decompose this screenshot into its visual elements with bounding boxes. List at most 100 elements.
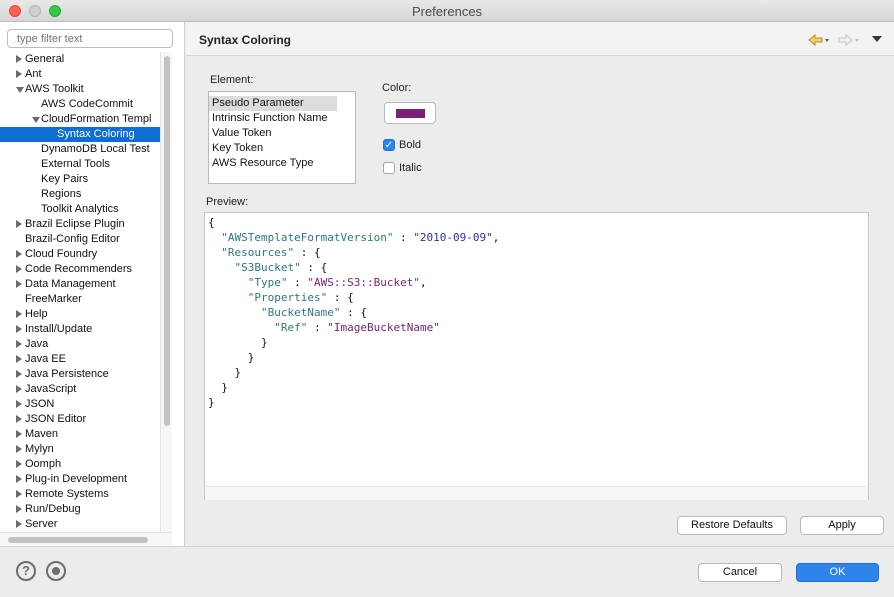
tree-item[interactable]: Brazil-Config Editor [0,232,160,247]
tree-item[interactable]: JavaScript [0,382,160,397]
tree-item[interactable]: Key Pairs [0,172,160,187]
preview-token: , [492,231,500,244]
tree-item[interactable]: Oomph [0,457,160,472]
preview-token: : [393,231,414,244]
import-export-icon[interactable] [46,561,66,581]
tree-item[interactable]: AWS CodeCommit [0,97,160,112]
tree-item-label: General [25,53,65,65]
tree-horizontal-scroll-thumb[interactable] [8,537,148,543]
expand-triangle-icon[interactable] [16,250,22,258]
expand-triangle-icon[interactable] [16,385,22,393]
expand-triangle-icon[interactable] [16,70,22,78]
expand-triangle-icon[interactable] [16,370,22,378]
tree-item[interactable]: Remote Systems [0,487,160,502]
syntax-preview[interactable]: { "AWSTemplateFormatVersion" : "2010-09-… [204,212,869,500]
expand-triangle-icon[interactable] [16,355,22,363]
expand-triangle-icon[interactable] [16,280,22,288]
preference-page: Syntax Coloring Element: Pseudo Paramete… [186,22,894,546]
element-list-item[interactable]: Intrinsic Function Name [209,111,355,126]
expand-triangle-icon[interactable] [16,325,22,333]
preview-token: "Properties" [247,291,328,304]
tree-item[interactable]: Mylyn [0,442,160,457]
expand-triangle-icon[interactable] [16,400,22,408]
cancel-button[interactable]: Cancel [698,563,782,582]
expand-triangle-icon[interactable] [16,55,22,63]
view-menu-icon[interactable] [872,36,882,44]
preview-line: "S3Bucket" : { [208,260,328,275]
tree-item[interactable]: Plug-in Development [0,472,160,487]
preview-line: "AWSTemplateFormatVersion" : "2010-09-09… [208,230,499,245]
tree-item[interactable]: CloudFormation Templ [0,112,160,127]
tree-vertical-scroll-thumb[interactable] [164,56,170,426]
expand-triangle-icon[interactable] [16,430,22,438]
expand-triangle-icon[interactable] [16,520,22,528]
tree-vertical-scrollbar[interactable] [160,52,172,532]
italic-checkbox[interactable] [383,162,395,174]
tree-item-label: Remote Systems [25,488,109,500]
restore-defaults-button[interactable]: Restore Defaults [677,516,787,535]
tree-item-label: Cloud Foundry [25,248,98,260]
element-list-item[interactable]: Key Token [209,141,355,156]
tree-horizontal-scrollbar[interactable] [0,532,172,546]
tree-item[interactable]: Brazil Eclipse Plugin [0,217,160,232]
tree-item[interactable]: Java [0,337,160,352]
expand-triangle-icon[interactable] [16,445,22,453]
tree-item[interactable]: Java Persistence [0,367,160,382]
expand-triangle-icon[interactable] [16,340,22,348]
tree-item[interactable]: FreeMarker [0,292,160,307]
expand-triangle-icon[interactable] [16,505,22,513]
expand-triangle-icon[interactable] [16,490,22,498]
color-picker-button[interactable] [384,102,436,124]
tree-item[interactable]: External Tools [0,157,160,172]
tree-item[interactable]: DynamoDB Local Test [0,142,160,157]
expand-triangle-icon[interactable] [16,475,22,483]
tree-item[interactable]: AWS Toolkit [0,82,160,97]
tree-item[interactable]: Java EE [0,352,160,367]
expand-triangle-icon[interactable] [16,460,22,468]
italic-label: Italic [399,162,422,174]
tree-item[interactable]: Ant [0,67,160,82]
tree-item[interactable]: JSON Editor [0,412,160,427]
tree-item[interactable]: Install/Update [0,322,160,337]
expand-triangle-icon[interactable] [16,220,22,228]
bold-checkbox[interactable]: ✓ [383,139,395,151]
tree-item-label: Server [25,518,58,530]
tree-item[interactable]: Toolkit Analytics [0,202,160,217]
preview-token: "ImageBucketName" [327,321,440,334]
help-icon[interactable]: ? [16,561,36,581]
element-list-item[interactable]: Pseudo Parameter [209,96,337,111]
preview-token: "S3Bucket" [234,261,301,274]
collapse-triangle-icon[interactable] [16,87,24,93]
tree-item-label: Data Management [25,278,116,290]
preview-line: } [208,365,241,380]
ok-button[interactable]: OK [796,563,879,582]
tree-item-label: FreeMarker [25,293,82,305]
tree-item-label: Mylyn [25,443,54,455]
tree-item[interactable]: Cloud Foundry [0,247,160,262]
tree-item[interactable]: Regions [0,187,160,202]
element-list[interactable]: Pseudo Parameter Intrinsic Function Name V… [208,91,356,184]
preview-line: "Type" : "AWS::S3::Bucket", [208,275,427,290]
window-title: Preferences [411,4,483,19]
element-list-item[interactable]: AWS Resource Type [209,156,355,171]
tree-item[interactable]: Maven [0,427,160,442]
expand-triangle-icon[interactable] [16,310,22,318]
expand-triangle-icon[interactable] [16,265,22,273]
tree-item[interactable]: Run/Debug [0,502,160,517]
element-list-item[interactable]: Value Token [209,126,355,141]
expand-triangle-icon[interactable] [16,415,22,423]
preview-line: } [208,380,228,395]
forward-arrow-icon[interactable] [838,34,860,46]
tree-item[interactable]: Server [0,517,160,532]
tree-item[interactable]: Syntax Coloring [0,127,160,142]
tree-item[interactable]: Data Management [0,277,160,292]
tree-item[interactable]: Help [0,307,160,322]
tree-item[interactable]: JSON [0,397,160,412]
filter-input[interactable] [7,29,173,48]
back-arrow-icon[interactable] [808,34,830,46]
apply-button[interactable]: Apply [800,516,884,535]
tree-item[interactable]: General [0,52,160,67]
collapse-triangle-icon[interactable] [32,117,40,123]
tree-item[interactable]: Code Recommenders [0,262,160,277]
preview-horizontal-scrollbar[interactable] [205,486,868,500]
